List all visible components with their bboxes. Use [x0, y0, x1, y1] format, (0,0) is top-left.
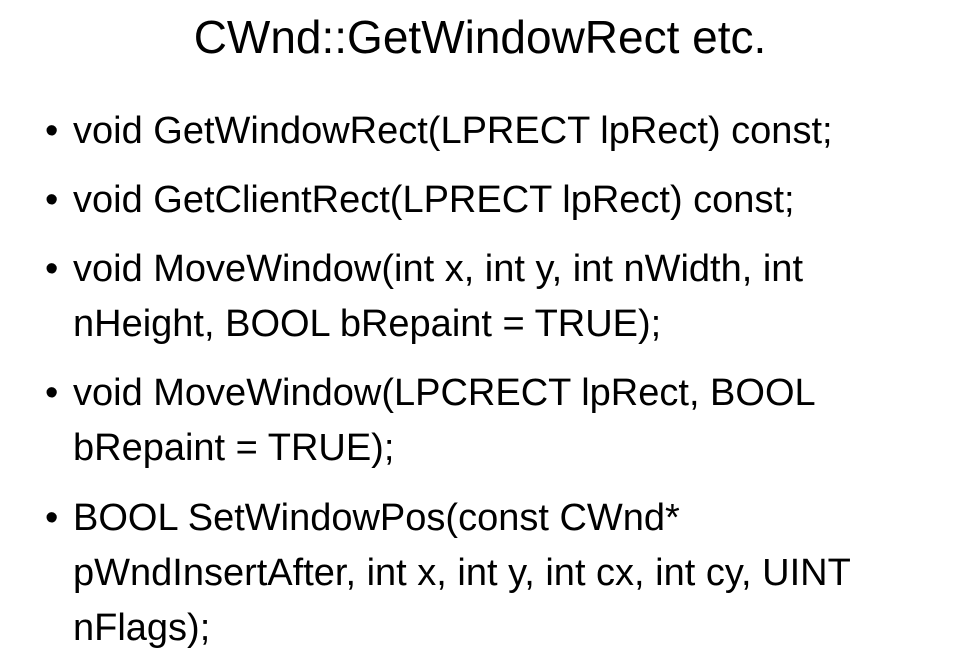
list-item: BOOL SetWindowPos(const CWnd* pWndInsert…: [45, 491, 915, 656]
bullet-list: void GetWindowRect(LPRECT lpRect) const;…: [45, 104, 915, 656]
list-item: void MoveWindow(int x, int y, int nWidth…: [45, 242, 915, 352]
list-item: void MoveWindow(LPCRECT lpRect, BOOL bRe…: [45, 366, 915, 476]
list-item: void GetClientRect(LPRECT lpRect) const;: [45, 173, 915, 228]
page-title: CWnd::GetWindowRect etc.: [45, 10, 915, 64]
list-item: void GetWindowRect(LPRECT lpRect) const;: [45, 104, 915, 159]
